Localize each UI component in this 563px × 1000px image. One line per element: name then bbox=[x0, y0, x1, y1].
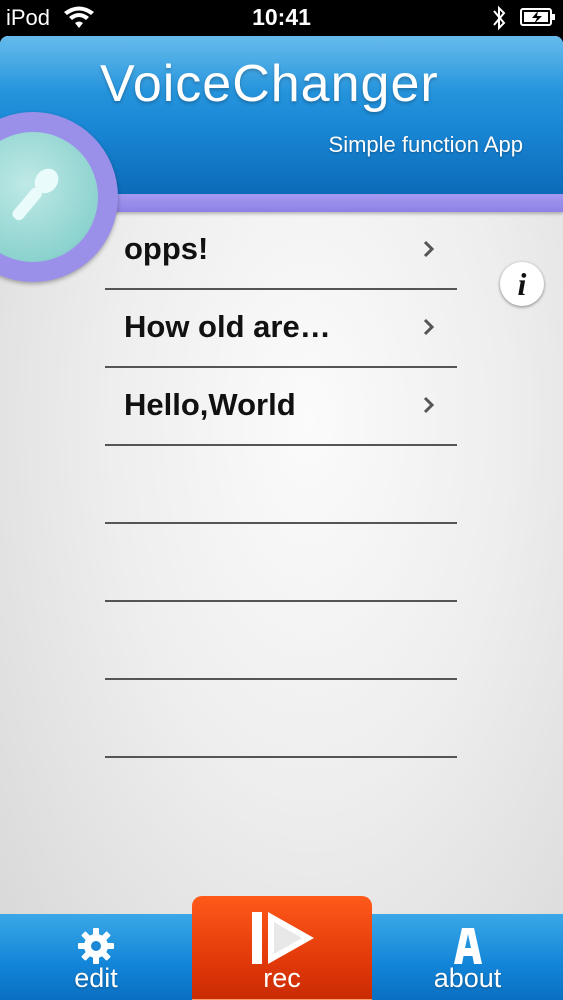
letter-a-icon bbox=[453, 928, 482, 964]
app-subtitle: Simple function App bbox=[328, 132, 523, 157]
microphone-icon bbox=[12, 168, 59, 221]
tab-about-label: about bbox=[433, 963, 502, 993]
tab-edit[interactable]: edit bbox=[0, 914, 192, 1000]
status-bar: iPod 10:41 bbox=[0, 0, 563, 36]
chevron-right-icon bbox=[423, 318, 435, 336]
play-record-icon bbox=[252, 912, 314, 964]
clock: 10:41 bbox=[252, 4, 311, 30]
list-item-label: opps! bbox=[124, 231, 209, 266]
list-item-label: How old are… bbox=[124, 309, 331, 344]
recordings-list: opps! How old are… Hello,World bbox=[105, 212, 457, 758]
list-item-empty bbox=[105, 446, 457, 524]
info-button[interactable]: i bbox=[500, 262, 544, 306]
tab-edit-label: edit bbox=[74, 963, 118, 993]
list-item[interactable]: opps! bbox=[105, 212, 457, 290]
list-item[interactable]: How old are… bbox=[105, 290, 457, 368]
rec-button[interactable]: rec bbox=[192, 896, 372, 1000]
list-item[interactable]: Hello,World bbox=[105, 368, 457, 446]
tab-about[interactable]: about bbox=[372, 914, 563, 1000]
gear-icon bbox=[78, 928, 114, 964]
rec-label: rec bbox=[263, 963, 301, 993]
chevron-right-icon bbox=[423, 240, 435, 258]
app-title: VoiceChanger bbox=[100, 55, 439, 113]
battery-icon bbox=[520, 8, 555, 26]
list-item-empty bbox=[105, 680, 457, 758]
bluetooth-icon bbox=[493, 5, 506, 31]
mic-circle bbox=[0, 132, 98, 262]
list-item-empty bbox=[105, 524, 457, 602]
chevron-right-icon bbox=[423, 396, 435, 414]
list-item-empty bbox=[105, 602, 457, 680]
app-screen: VoiceChanger Simple function App i opps!… bbox=[0, 36, 563, 1000]
list-item-label: Hello,World bbox=[124, 387, 296, 422]
